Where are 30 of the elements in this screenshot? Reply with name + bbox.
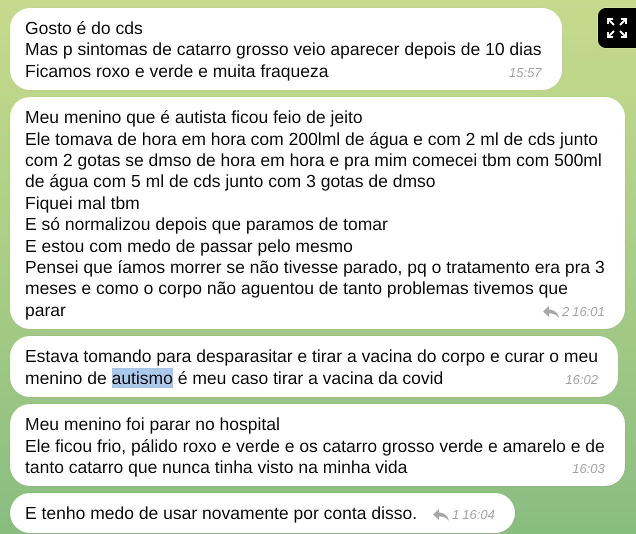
reply-icon (433, 508, 450, 521)
reply-icon (542, 306, 559, 318)
message-line: Ele tomava de hora em hora com 200lml de água e com 2 ml de cds junto (25, 128, 598, 150)
fullscreen-button[interactable] (598, 8, 636, 48)
message-time: 16:04 (462, 506, 495, 524)
message-line: Fiquei mal tbm (25, 192, 140, 214)
reply-count: 1 (452, 506, 460, 524)
message-time: 16:01 (572, 302, 605, 321)
message-line: Meu menino foi parar no hospital (25, 414, 280, 436)
message-line: E estou com medo de passar pelo mesmo (25, 236, 353, 258)
message-time: 15:57 (509, 64, 542, 82)
message-line: Estava tomando para desparasitar e tirar a vacina do corpo e curar o meu (25, 346, 598, 368)
message-line: E só normalizou depois que paramos de tomar (25, 214, 388, 236)
message-line: Mas p sintomas de catarro grosso veio aparecer depois de 10 dias (25, 39, 542, 61)
message-line: parar (25, 300, 66, 322)
message-line: de água com 5 ml de cds junto com 3 gotas de dmso (25, 171, 436, 193)
message-time: 16:02 (565, 370, 598, 389)
message-line: meses e como o corpo não aguentou de tanto problemas tivemos que (25, 278, 568, 300)
message-line: menino de autismo é meu caso tirar a vacina da covid (25, 368, 444, 390)
message-line: com 2 gotas se dmso de hora em hora e pra mim comecei tbm com 500ml (25, 150, 602, 172)
message-line: tanto catarro que nunca tinha visto na minha vida (25, 456, 408, 478)
message-line: Pensei que íamos morrer se não tivesse parado, pq o tratamento era pra 3 (25, 257, 605, 278)
reply-count: 2 (562, 302, 570, 321)
message-time: 16:03 (572, 460, 605, 478)
message-line: E tenho medo de usar novamente por conta disso. (25, 503, 418, 525)
message-line: Meu menino que é autista ficou feio de jeito (25, 107, 363, 129)
message-line: Ele ficou frio, pálido roxo e verde e os catarro grosso verde e amarelo e de (25, 436, 605, 457)
message-line: Ficamos roxo e verde e muita fraqueza (25, 60, 328, 82)
expand-icon (607, 18, 627, 38)
message-line: Gosto é do cds (25, 18, 143, 40)
